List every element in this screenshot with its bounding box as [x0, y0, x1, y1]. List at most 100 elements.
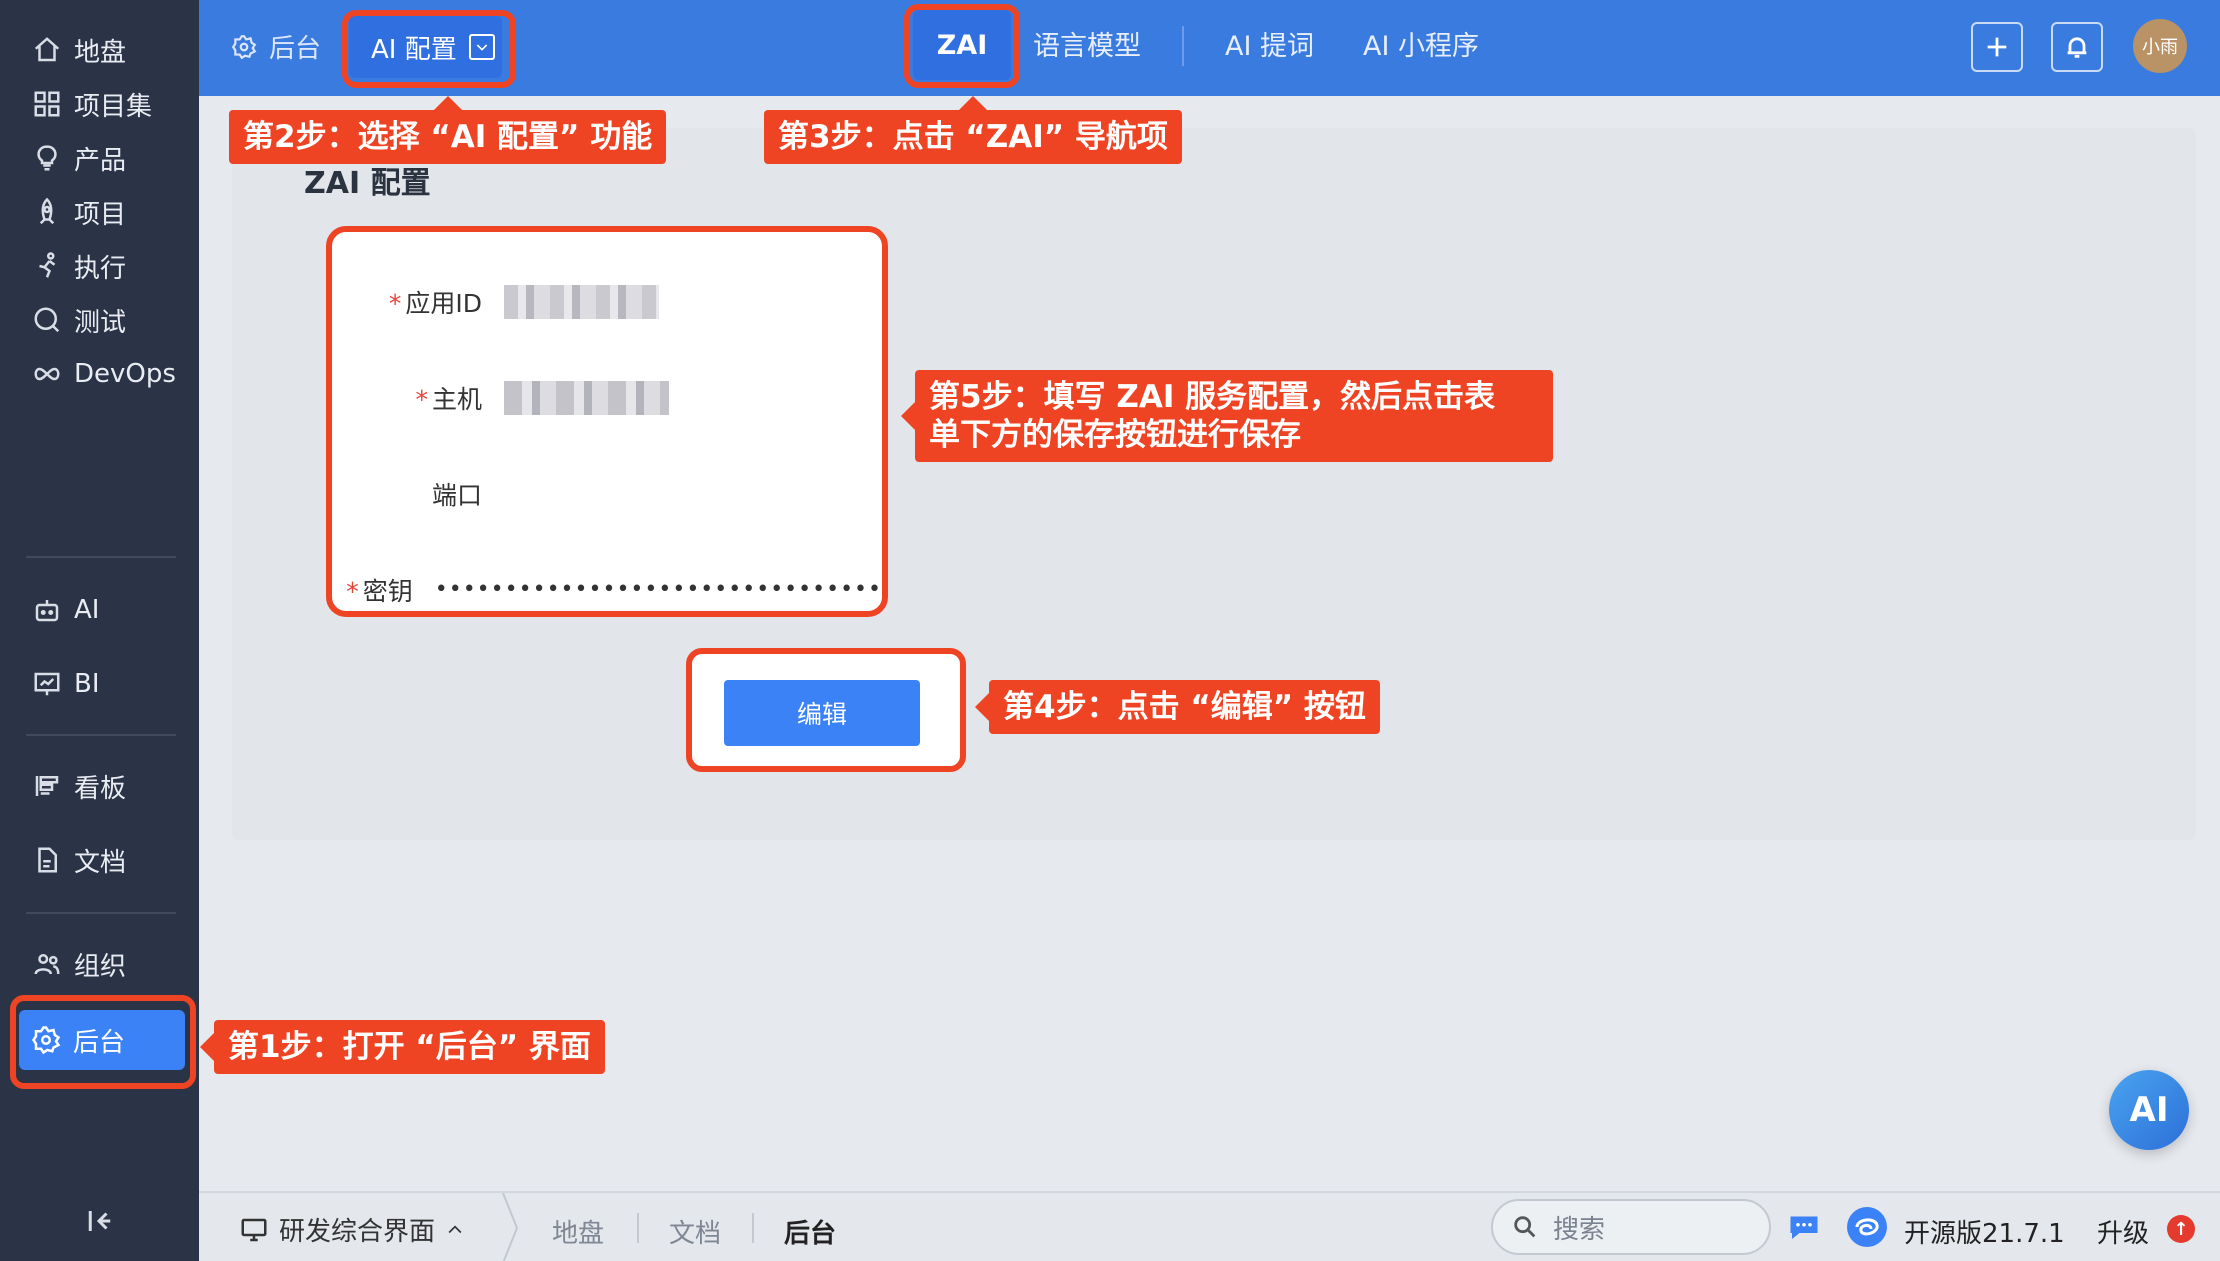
- rocket-icon: [30, 195, 64, 229]
- sidebar-item-ai[interactable]: AI: [0, 580, 199, 640]
- sidebar-item-program[interactable]: 项目集: [0, 74, 199, 134]
- step2-highlight: [342, 10, 516, 88]
- search-input[interactable]: 搜索: [1491, 1199, 1771, 1255]
- sidebar-divider: [26, 556, 176, 558]
- kanban-icon: [30, 769, 64, 803]
- app-id-value-redacted: [504, 285, 659, 319]
- workspace-label: 研发综合界面: [279, 1217, 436, 1247]
- callout-step5-line1: 第5步：填写 ZAI 服务配置，然后点击表: [929, 379, 1496, 415]
- sidebar-item-label: BI: [74, 669, 100, 699]
- lightbulb-icon: [30, 141, 64, 175]
- sidebar-item-label: 组织: [74, 951, 127, 982]
- callout-step5-line2: 单下方的保存按钮进行保存: [929, 417, 1301, 453]
- required-mark: *: [346, 577, 359, 606]
- port-label: 端口: [431, 481, 482, 510]
- add-button[interactable]: [1971, 22, 2023, 72]
- sidebar-item-label: DevOps: [74, 359, 176, 389]
- host-value-redacted: [504, 381, 669, 415]
- nav-divider: [1182, 26, 1184, 66]
- footer-bar: 研发综合界面 地盘 文档 后台 搜索 开源版21.7.1 升级 ↑: [199, 1191, 2220, 1261]
- home-icon: [30, 33, 64, 67]
- required-mark: *: [415, 385, 428, 414]
- sidebar-item-label: 文档: [74, 847, 127, 878]
- admin-label: 后台: [269, 34, 322, 64]
- workspace-switcher[interactable]: 研发综合界面: [239, 1211, 475, 1248]
- sidebar-item-label: 产品: [74, 145, 127, 176]
- chevron-up-icon: [448, 1224, 462, 1233]
- upgrade-link[interactable]: 升级: [2097, 1213, 2149, 1250]
- arrow-up-icon[interactable]: ↑: [2167, 1215, 2195, 1243]
- form-row-app-id: * 应用ID: [332, 282, 882, 322]
- host-label-text: 主机: [431, 385, 482, 414]
- required-mark: *: [388, 289, 402, 318]
- sidebar-item-bi[interactable]: BI: [0, 654, 199, 714]
- sidebar-item-project[interactable]: 项目: [0, 182, 199, 242]
- collapse-sidebar-icon[interactable]: [84, 1206, 114, 1236]
- sidebar-item-org[interactable]: 组织: [0, 934, 199, 994]
- step1-highlight: [10, 995, 196, 1089]
- sidebar-divider: [26, 734, 176, 736]
- chart-board-icon: [30, 667, 64, 701]
- sidebar-item-label: 看板: [74, 773, 127, 804]
- breadcrumb-admin[interactable]: 后台: [784, 1213, 836, 1250]
- breadcrumb-separator: [499, 1192, 523, 1261]
- breadcrumb-divider: [637, 1213, 639, 1243]
- zai-config-form: * 应用ID * 主机 端口 * 密钥 •••••••••••••••••••••••…: [326, 226, 888, 617]
- step4-highlight: 编辑: [686, 648, 966, 772]
- sidebar-item-label: 地盘: [74, 37, 127, 68]
- zentao-logo-icon: [1847, 1207, 1887, 1247]
- callout-step2: 第2步：选择 “AI 配置” 功能: [229, 96, 667, 164]
- sidebar-item-devops[interactable]: DevOps: [0, 344, 199, 404]
- users-icon: [30, 947, 64, 981]
- page-title: ZAI 配置: [304, 166, 431, 201]
- sidebar-item-execution[interactable]: 执行: [0, 236, 199, 296]
- tab-ai-prompt[interactable]: AI 提词: [1225, 24, 1314, 63]
- search-icon: [1514, 1216, 1536, 1238]
- chat-icon[interactable]: [1786, 1209, 1822, 1245]
- secret-label: * 密钥: [332, 572, 413, 608]
- breadcrumb-doc[interactable]: 文档: [669, 1213, 721, 1250]
- ai-assistant-button[interactable]: AI: [2109, 1070, 2189, 1150]
- run-icon: [30, 249, 64, 283]
- sidebar-item-product[interactable]: 产品: [0, 128, 199, 188]
- step3-highlight: [904, 4, 1020, 88]
- notification-button[interactable]: [2051, 22, 2103, 72]
- sidebar-item-label: 项目: [74, 199, 127, 230]
- infinity-icon: [30, 357, 64, 391]
- sidebar-divider: [26, 912, 176, 914]
- sidebar-item-test[interactable]: 测试: [0, 290, 199, 350]
- search-circle-icon: [30, 303, 64, 337]
- host-label: * 主机: [332, 380, 482, 416]
- sidebar-item-kanban[interactable]: 看板: [0, 756, 199, 816]
- secret-value: ••••••••••••••••••••••••••••••••: [434, 577, 882, 602]
- admin-back-link[interactable]: 后台: [231, 28, 321, 65]
- plus-icon: [1987, 37, 2007, 57]
- secret-label-text: 密钥: [362, 577, 413, 606]
- version-label: 开源版21.7.1: [1904, 1219, 2065, 1249]
- search-placeholder: 搜索: [1553, 1214, 1606, 1245]
- sidebar-item-home[interactable]: 地盘: [0, 20, 199, 80]
- breadcrumb-home[interactable]: 地盘: [552, 1213, 604, 1250]
- sidebar-item-label: AI: [74, 595, 100, 625]
- sidebar-item-label: 测试: [74, 307, 127, 338]
- callout-step4: 第4步：点击 “编辑” 按钮: [975, 680, 1380, 734]
- breadcrumb-divider: [752, 1213, 754, 1243]
- document-icon: [30, 843, 64, 877]
- app-id-label-text: 应用ID: [405, 289, 482, 318]
- bell-icon: [2067, 37, 2087, 58]
- monitor-icon: [241, 1218, 267, 1241]
- form-row-host: * 主机: [332, 378, 882, 418]
- sidebar-item-label: 项目集: [74, 91, 153, 122]
- callout-step5: 第5步：填写 ZAI 服务配置，然后点击表 单下方的保存按钮进行保存: [901, 370, 1553, 462]
- robot-icon: [30, 593, 64, 627]
- app-id-label: * 应用ID: [332, 284, 482, 320]
- sidebar-item-label: 执行: [74, 253, 127, 284]
- form-row-port: 端口: [332, 474, 882, 514]
- avatar[interactable]: 小雨: [2133, 19, 2187, 73]
- grid-icon: [30, 87, 64, 121]
- callout-step1: 第1步：打开 “后台” 界面: [200, 1020, 605, 1074]
- tab-ai-miniprogram[interactable]: AI 小程序: [1363, 24, 1479, 63]
- tab-language-model[interactable]: 语言模型: [1033, 24, 1141, 63]
- edit-button[interactable]: 编辑: [724, 680, 920, 746]
- sidebar-item-doc[interactable]: 文档: [0, 830, 199, 890]
